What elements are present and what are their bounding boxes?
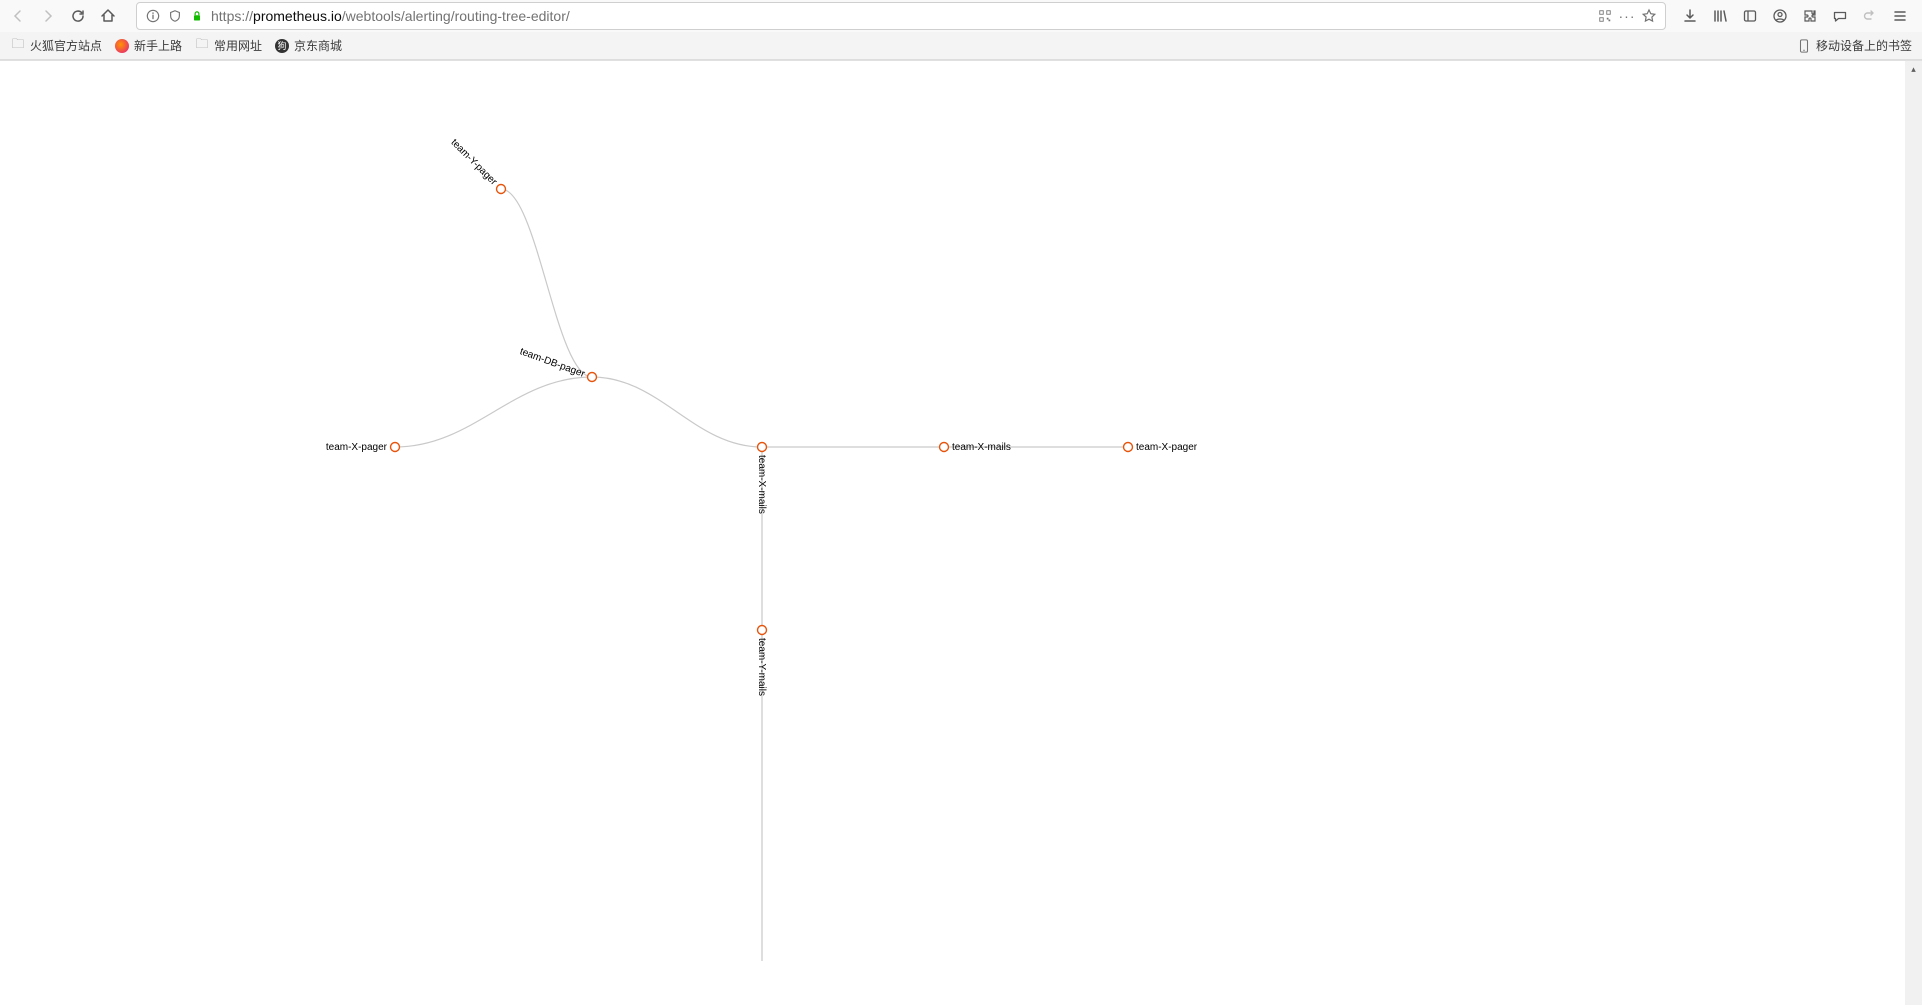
tree-node[interactable]: team-Y-pager [449,137,506,193]
node-label: team-DB-pager [518,346,587,380]
folder-icon: 🗀 [10,38,26,54]
lock-icon[interactable] [189,8,205,24]
home-button[interactable] [94,2,122,30]
mobile-bookmarks[interactable]: 移动设备上的书签 [1790,34,1918,57]
info-icon[interactable] [145,8,161,24]
extensions-button[interactable] [1796,2,1824,30]
node-label: team-X-pager [326,442,388,453]
tree-node[interactable]: team-DB-pager [518,346,596,381]
app-menu-button[interactable] [1886,2,1914,30]
qr-icon[interactable] [1597,8,1613,24]
url-domain: prometheus.io [253,8,342,24]
node-label: team-X-mails [952,442,1011,453]
back-button [4,2,32,30]
bookmark-star-icon[interactable] [1641,8,1657,24]
mobile-bookmarks-label: 移动设备上的书签 [1816,37,1912,54]
bookmark-label: 新手上路 [134,37,182,54]
bookmark-label: 京东商城 [294,37,342,54]
page-actions-icon[interactable]: ··· [1619,8,1635,24]
chat-button[interactable] [1826,2,1854,30]
bookmark-label: 常用网址 [214,37,262,54]
undo-close-button [1856,2,1884,30]
page-content: team-X-pager team-Y-pager team-DB-pager tea… [0,61,1922,1005]
node-label: team-X-mails [756,455,767,514]
tree-edge [501,189,592,377]
bookmark-item[interactable]: 🗀常用网址 [188,34,268,57]
shield-icon[interactable] [167,8,183,24]
url-path: /webtools/alerting/routing-tree-editor/ [342,8,570,24]
tree-edge [395,377,592,447]
tree-node[interactable]: team-X-pager [326,442,400,453]
url-protocol: https:// [211,8,253,24]
forward-button [34,2,62,30]
tree-node[interactable]: team-X-pager [1124,442,1198,453]
firefox-icon [114,38,130,54]
sidebar-button[interactable] [1736,2,1764,30]
bookmark-item[interactable]: 🗀火狐官方站点 [4,34,108,57]
node-label: team-Y-mails [756,638,767,696]
browser-chrome: https://prometheus.io/webtools/alerting/… [0,0,1922,61]
vertical-scrollbar[interactable]: ▴ [1905,61,1922,1005]
account-button[interactable] [1766,2,1794,30]
bookmark-label: 火狐官方站点 [30,37,102,54]
mobile-icon [1796,38,1812,54]
library-button[interactable] [1706,2,1734,30]
reload-button[interactable] [64,2,92,30]
bookmark-item[interactable]: 新手上路 [108,34,188,57]
folder-icon: 🗀 [194,38,210,54]
toolbar-right [1676,2,1918,30]
url-bar[interactable]: https://prometheus.io/webtools/alerting/… [136,2,1666,30]
routing-tree-graph[interactable]: team-X-pager team-Y-pager team-DB-pager tea… [0,61,1922,1005]
bookmarks-bar: 🗀火狐官方站点新手上路🗀常用网址狗京东商城 移动设备上的书签 [0,32,1922,60]
nav-bar: https://prometheus.io/webtools/alerting/… [0,0,1922,32]
node-label: team-Y-pager [449,137,500,188]
url-text: https://prometheus.io/webtools/alerting/… [211,8,1591,24]
node-label: team-X-pager [1136,442,1198,453]
bookmark-item[interactable]: 狗京东商城 [268,34,348,57]
jd-icon: 狗 [274,38,290,54]
scroll-up-icon[interactable]: ▴ [1905,61,1922,78]
tree-edge [592,377,762,447]
downloads-button[interactable] [1676,2,1704,30]
